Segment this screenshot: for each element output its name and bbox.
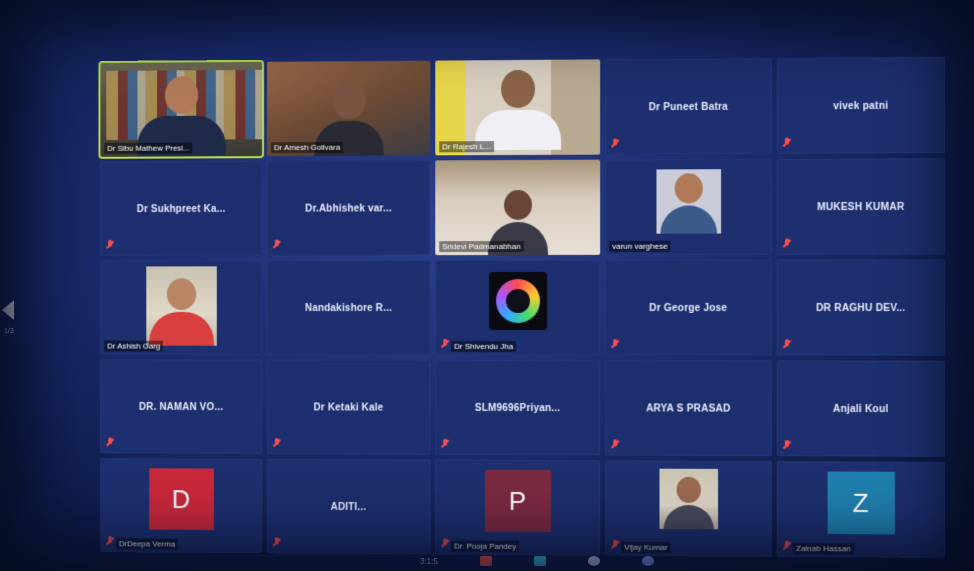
participant-video <box>655 169 721 234</box>
participant-tile[interactable]: Z Zainab Hassan <box>776 461 945 559</box>
participant-name: DR. NAMAN VO... <box>139 400 224 413</box>
participant-name: Dr Ashish Garg <box>104 340 164 352</box>
muted-mic-icon <box>783 339 791 349</box>
participant-tile[interactable]: MUKESH KUMAR <box>776 158 945 255</box>
participant-tile[interactable]: Dr Ashish Garg <box>100 260 263 355</box>
participant-figure <box>663 476 714 530</box>
participant-figure <box>660 173 717 234</box>
participant-name: Vijay Kumar <box>621 541 671 554</box>
participant-name: Dr Shivendu Jha <box>451 340 517 352</box>
participant-name: MUKESH KUMAR <box>817 200 905 213</box>
participant-tile[interactable]: DR RAGHU DEV... <box>776 259 945 356</box>
gallery-view-grid: Dr Sibu Mathew Presi... Dr Amesh Golivar… <box>98 56 945 559</box>
muted-mic-icon <box>783 238 791 248</box>
avatar: P <box>484 469 551 533</box>
avatar: Z <box>827 471 895 535</box>
participant-tile[interactable]: Dr Sibu Mathew Presi... <box>98 59 265 159</box>
participant-name: DR RAGHU DEV... <box>816 301 906 314</box>
participant-tile[interactable]: D DrDeepa Verma <box>100 458 263 554</box>
participant-name: SLM9696Priyan... <box>474 401 561 414</box>
participant-tile[interactable]: varun varghese <box>605 158 772 255</box>
participant-tile[interactable]: Anjali Koul <box>776 360 945 457</box>
participant-tile[interactable]: vivek patni <box>776 56 945 154</box>
participant-name: Dr Rajesh L... <box>439 141 494 153</box>
participant-tile[interactable]: ADITI... <box>266 458 431 555</box>
participant-tile[interactable]: P Dr. Pooja Pandey <box>435 459 601 556</box>
muted-mic-icon <box>441 439 449 449</box>
participant-tile[interactable]: DR. NAMAN VO... <box>100 359 263 454</box>
participant-name: Dr George Jose <box>649 301 728 314</box>
muted-mic-icon <box>106 437 114 447</box>
participant-tile[interactable]: Nandakishore R... <box>266 260 431 355</box>
avatar: D <box>148 468 214 531</box>
muted-mic-icon <box>106 240 114 250</box>
participant-name: DrDeepa Verma <box>115 538 178 550</box>
participant-name: Dr Puneet Batra <box>648 100 728 113</box>
participant-tile[interactable]: Dr Sukhpreet Ka... <box>100 161 263 256</box>
participant-tile[interactable]: SLM9696Priyan... <box>435 359 601 456</box>
meeting-toolbar: 3:1:5 <box>420 553 654 569</box>
participant-tile[interactable]: Dr Rajesh L... <box>435 59 601 156</box>
participant-name: Anjali Koul <box>832 402 889 415</box>
share-screen-icon[interactable] <box>533 556 546 566</box>
participant-video <box>658 468 718 530</box>
participant-name: Dr. Pooja Pandey <box>451 540 520 553</box>
meeting-timer: 3:1:5 <box>420 556 438 566</box>
participant-tile[interactable]: Dr George Jose <box>605 259 772 356</box>
muted-mic-icon <box>273 239 281 249</box>
participants-icon[interactable] <box>587 556 600 566</box>
participant-tile[interactable]: ARYA S PRASAD <box>605 360 772 457</box>
participant-tile[interactable]: Dr.Abhishek var... <box>266 160 431 256</box>
muted-mic-icon <box>106 536 114 546</box>
participant-name: Dr Sukhpreet Ka... <box>136 202 226 215</box>
page-indicator: 1/3 <box>4 328 14 335</box>
participant-name: Dr Ketaki Kale <box>313 401 384 413</box>
participant-name: varun varghese <box>609 240 671 252</box>
participant-figure <box>474 69 561 151</box>
participant-name: Dr Sibu Mathew Presi... <box>104 142 193 154</box>
muted-mic-icon <box>611 139 619 149</box>
muted-mic-icon <box>441 339 449 349</box>
muted-mic-icon <box>273 537 281 547</box>
leave-icon[interactable] <box>479 556 492 566</box>
participant-name: Dr Amesh Golivara <box>270 141 344 154</box>
participant-tile[interactable]: Vijay Kumar <box>605 460 772 557</box>
participant-tile[interactable]: Sridevi Padmanabhan <box>435 159 601 256</box>
participant-tile[interactable]: Dr Amesh Golivara <box>266 60 431 157</box>
participant-tile[interactable]: Dr Puneet Batra <box>605 58 772 155</box>
muted-mic-icon <box>783 541 791 551</box>
muted-mic-icon <box>441 538 449 548</box>
participant-name: Sridevi Padmanabhan <box>439 240 524 253</box>
participant-name: ADITI... <box>330 500 367 513</box>
participant-name: vivek patni <box>833 99 889 112</box>
muted-mic-icon <box>611 540 619 550</box>
participant-name: Zainab Hassan <box>793 542 854 555</box>
muted-mic-icon <box>783 138 791 148</box>
participant-name: ARYA S PRASAD <box>646 402 731 414</box>
muted-mic-icon <box>611 339 619 349</box>
participant-tile[interactable]: Dr Ketaki Kale <box>266 359 431 455</box>
participant-name: Dr.Abhishek var... <box>305 202 392 214</box>
previous-page-arrow-icon[interactable] <box>2 300 14 320</box>
settings-icon[interactable] <box>641 556 654 566</box>
participant-tile[interactable]: Dr Shivendu Jha <box>435 259 601 356</box>
participant-name: Nandakishore R... <box>305 302 392 313</box>
participant-video <box>145 266 217 346</box>
profile-logo-icon <box>488 271 547 331</box>
zoom-meeting-window: 1/3 Dr Sibu Mathew Presi... Dr Amesh Gol… <box>0 0 974 571</box>
participant-figure <box>148 278 214 346</box>
muted-mic-icon <box>611 439 619 449</box>
muted-mic-icon <box>783 440 791 450</box>
muted-mic-icon <box>273 438 281 448</box>
